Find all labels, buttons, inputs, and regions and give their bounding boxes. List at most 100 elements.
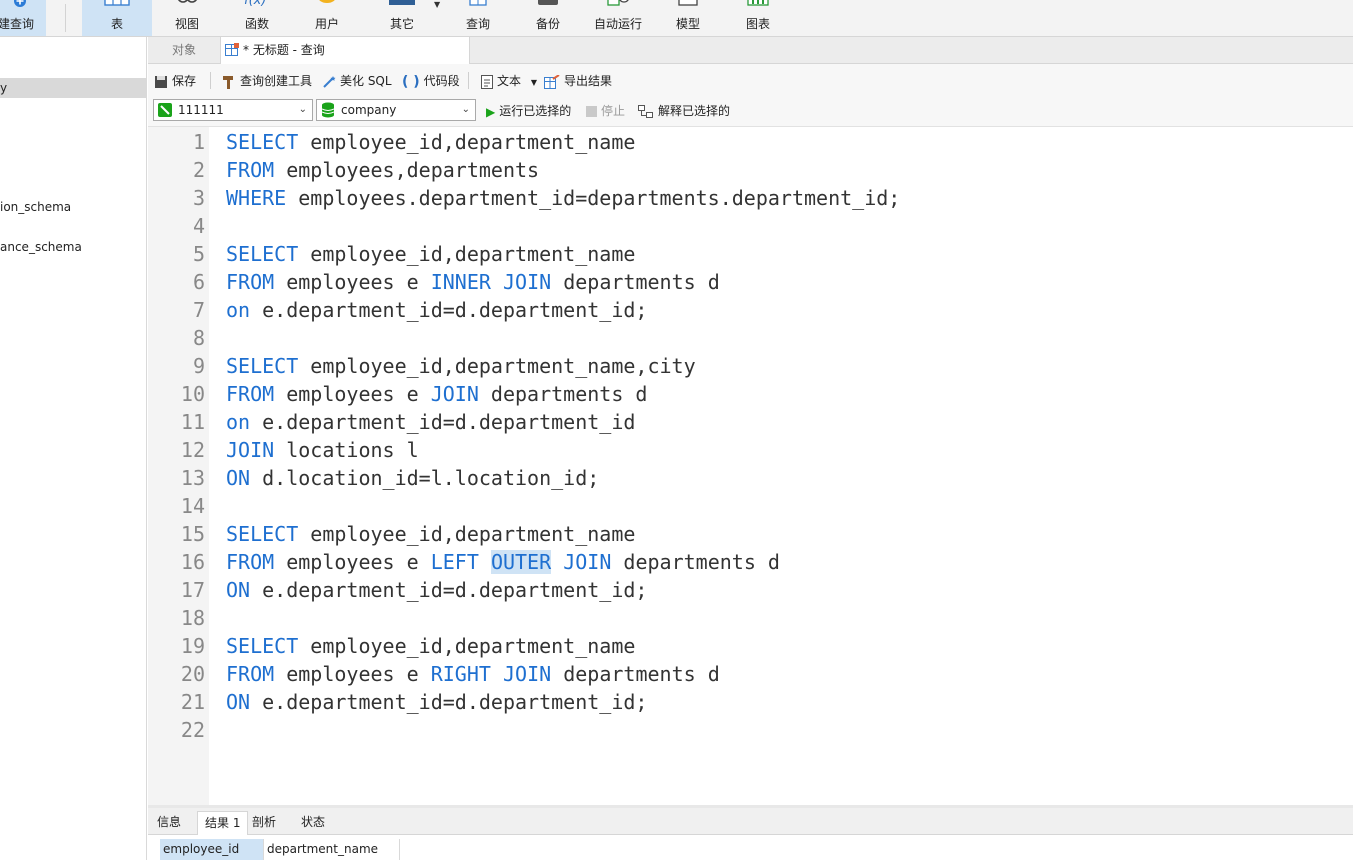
ribbon-model-label: 模型: [675, 17, 700, 31]
code-line[interactable]: FROM employees e RIGHT JOIN departments …: [226, 660, 720, 688]
code-line[interactable]: ON d.location_id=l.location_id;: [226, 464, 599, 492]
export-icon: [544, 74, 560, 89]
sql-editor[interactable]: 1 2 3 4 5 6 7 8 9 10 11 12 13 14 15 16 17 18 19 20 21 22 SELE…: [148, 127, 1353, 805]
tree-item-label: ion_schema: [0, 200, 72, 214]
ribbon-model-button[interactable]: 模型: [653, 0, 723, 36]
sql-text: employees e: [274, 662, 431, 686]
connection-tree: y ion_schema ance_schema: [0, 37, 147, 860]
line-number: 3: [192, 186, 205, 210]
run-selected-label: 运行已选择的: [499, 104, 572, 118]
tab-status[interactable]: 状态: [294, 811, 332, 834]
sql-keyword: FROM: [226, 158, 275, 182]
column-header-label: employee_id: [163, 842, 240, 856]
stop-icon: [586, 106, 597, 117]
code-line[interactable]: on e.department_id=d.department_id: [226, 408, 635, 436]
sql-text: locations l: [274, 438, 419, 462]
sql-keyword: on: [226, 410, 251, 434]
ribbon-backup-label: 备份: [535, 17, 560, 31]
code-line[interactable]: SELECT employee_id,department_name: [226, 128, 635, 156]
ribbon-table-button[interactable]: 表: [82, 0, 152, 36]
result-tabs: 信息 结果 1 剖析 状态: [148, 808, 1353, 835]
sql-keyword: SELECT: [226, 522, 299, 546]
text-button[interactable]: 文本 ▼: [481, 72, 537, 90]
tree-item-database[interactable]: y: [0, 78, 146, 98]
chart-icon: [747, 0, 769, 6]
code-line[interactable]: on e.department_id=d.department_id;: [226, 296, 647, 324]
code-line[interactable]: FROM employees e JOIN departments d: [226, 380, 647, 408]
explain-selected-button[interactable]: 解释已选择的: [638, 102, 730, 120]
sql-text: employees e: [274, 270, 431, 294]
ribbon-backup-button[interactable]: 备份: [513, 0, 583, 36]
code-line[interactable]: FROM employees e LEFT OUTER JOIN departm…: [226, 548, 780, 576]
connection-bar: 111111 ⌄ company ⌄ ▶ 运行已选择的 停止 解释已选择的: [148, 96, 1353, 127]
run-selected-button[interactable]: ▶ 运行已选择的: [486, 102, 571, 120]
sql-text: e.department_id=d.department_id: [250, 410, 636, 434]
ribbon-chart-button[interactable]: 图表: [723, 0, 793, 36]
ribbon-automation-label: 自动运行: [593, 17, 642, 31]
tab-profile[interactable]: 剖析: [245, 811, 283, 834]
explain-selected-label: 解释已选择的: [658, 104, 731, 118]
code-line[interactable]: ON e.department_id=d.department_id;: [226, 576, 647, 604]
code-line[interactable]: SELECT employee_id,department_name: [226, 240, 635, 268]
document-icon: [481, 74, 493, 89]
stop-button[interactable]: 停止: [586, 102, 625, 120]
tab-info[interactable]: 信息: [150, 811, 188, 834]
sql-keyword: RIGHT: [430, 662, 491, 686]
ribbon-other-button[interactable]: 其它: [367, 0, 437, 36]
code-line[interactable]: SELECT employee_id,department_name: [226, 632, 635, 660]
sql-keyword: FROM: [226, 662, 275, 686]
connection-select[interactable]: 111111 ⌄: [153, 99, 313, 121]
code-line[interactable]: JOIN locations l: [226, 436, 419, 464]
model-icon: [678, 0, 698, 6]
database-select[interactable]: company ⌄: [316, 99, 476, 121]
sql-keyword: SELECT: [226, 354, 299, 378]
tab-objects[interactable]: 对象: [148, 37, 220, 63]
ribbon-query-button[interactable]: 查询: [443, 0, 513, 36]
sql-text: employee_id,department_name: [298, 130, 636, 154]
query-builder-button[interactable]: 查询创建工具: [222, 72, 312, 90]
code-line[interactable]: SELECT employee_id,department_name: [226, 520, 635, 548]
column-header[interactable]: employee_id: [160, 839, 264, 860]
ribbon-function-button[interactable]: f(x) 函数: [222, 0, 292, 36]
tab-untitled-query[interactable]: * 无标题 - 查询: [220, 37, 470, 64]
ribbon-view-button[interactable]: 视图: [152, 0, 222, 36]
other-icon: [389, 0, 415, 5]
save-button[interactable]: 保存: [154, 72, 196, 90]
tab-status-label: 状态: [301, 815, 326, 829]
code-line[interactable]: WHERE employees.department_id=department…: [226, 184, 900, 212]
code-line[interactable]: SELECT employee_id,department_name,city: [226, 352, 696, 380]
beautify-sql-button[interactable]: 美化 SQL: [322, 72, 392, 90]
tab-result-1[interactable]: 结果 1: [197, 811, 249, 835]
ribbon-automation-button[interactable]: 自动运行: [583, 0, 653, 36]
add-icon: [14, 0, 26, 7]
export-results-label: 导出结果: [564, 74, 613, 88]
line-number: 2: [192, 158, 205, 182]
tree-item-information-schema[interactable]: ion_schema: [0, 197, 146, 217]
tree-item-label: y: [0, 81, 8, 95]
code-line[interactable]: FROM employees,departments: [226, 156, 539, 184]
line-number: 9: [192, 354, 205, 378]
export-results-button[interactable]: 导出结果: [544, 72, 612, 90]
column-header[interactable]: department_name: [264, 839, 400, 860]
connection-icon: [158, 103, 172, 117]
query-tab-icon: [225, 43, 239, 56]
other-dropdown-icon[interactable]: ▼: [434, 0, 440, 9]
text-dropdown-icon[interactable]: ▼: [531, 78, 537, 87]
query-toolbar: 保存 查询创建工具 美化 SQL ( ) 代码段 文本 ▼ 导出结果: [148, 64, 1353, 96]
tree-item-performance-schema[interactable]: ance_schema: [0, 237, 146, 257]
sql-keyword: SELECT: [226, 242, 299, 266]
text-label: 文本: [497, 74, 522, 88]
code-line[interactable]: ON e.department_id=d.department_id;: [226, 688, 647, 716]
toolbar-divider: [468, 72, 469, 89]
new-query-label: 建查询: [0, 17, 35, 31]
code-line[interactable]: FROM employees e INNER JOIN departments …: [226, 268, 720, 296]
new-query-button[interactable]: 建查询: [0, 0, 46, 36]
sql-keyword: FROM: [226, 270, 275, 294]
code-snippet-button[interactable]: ( ) 代码段: [402, 72, 460, 90]
tab-profile-label: 剖析: [252, 815, 277, 829]
ribbon-user-button[interactable]: 用户: [292, 0, 362, 36]
main-ribbon: 建查询 表 视图 f(x) 函数 用户 其它 ▼ 查询 备份 自动运行 模型 图…: [0, 0, 1353, 37]
